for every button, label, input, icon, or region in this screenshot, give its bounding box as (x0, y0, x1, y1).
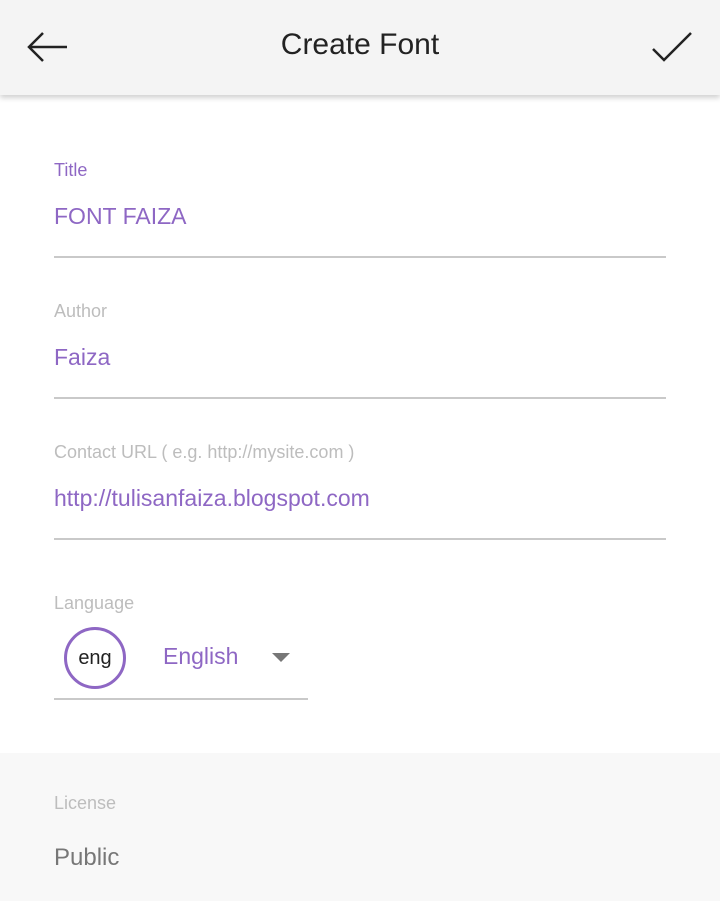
language-code-badge: eng (64, 627, 126, 689)
contact-url-field-label: Contact URL ( e.g. http://mysite.com ) (54, 442, 355, 462)
language-name: English (163, 643, 239, 669)
author-field[interactable]: Author Faiza (54, 298, 666, 400)
license-label: License (54, 793, 117, 813)
author-input[interactable]: Faiza (54, 344, 110, 371)
language-underline (54, 698, 308, 700)
font-form: Title FONT FAIZA Author Faiza Contact UR… (0, 95, 720, 753)
title-underline (54, 256, 666, 258)
language-label-wrap: Language (54, 590, 666, 620)
license-section[interactable]: License Public (0, 753, 720, 901)
top-app-bar: Create Font (0, 0, 720, 95)
contact-url-input[interactable]: http://tulisanfaiza.blogspot.com (54, 485, 370, 512)
title-field[interactable]: Title FONT FAIZA (54, 157, 666, 259)
contact-url-underline (54, 538, 666, 540)
language-selector[interactable]: eng English (54, 627, 308, 701)
page-title: Create Font (280, 28, 440, 61)
author-underline (54, 397, 666, 399)
caret-down-icon[interactable] (272, 653, 290, 662)
contact-url-field[interactable]: Contact URL ( e.g. http://mysite.com ) h… (54, 439, 666, 541)
title-input[interactable]: FONT FAIZA (54, 203, 186, 230)
author-field-label: Author (54, 301, 108, 321)
confirm-button[interactable] (644, 22, 700, 72)
language-field-label: Language (54, 593, 135, 613)
license-value[interactable]: Public (54, 844, 119, 872)
title-field-label: Title (54, 160, 88, 180)
check-icon (652, 32, 692, 62)
